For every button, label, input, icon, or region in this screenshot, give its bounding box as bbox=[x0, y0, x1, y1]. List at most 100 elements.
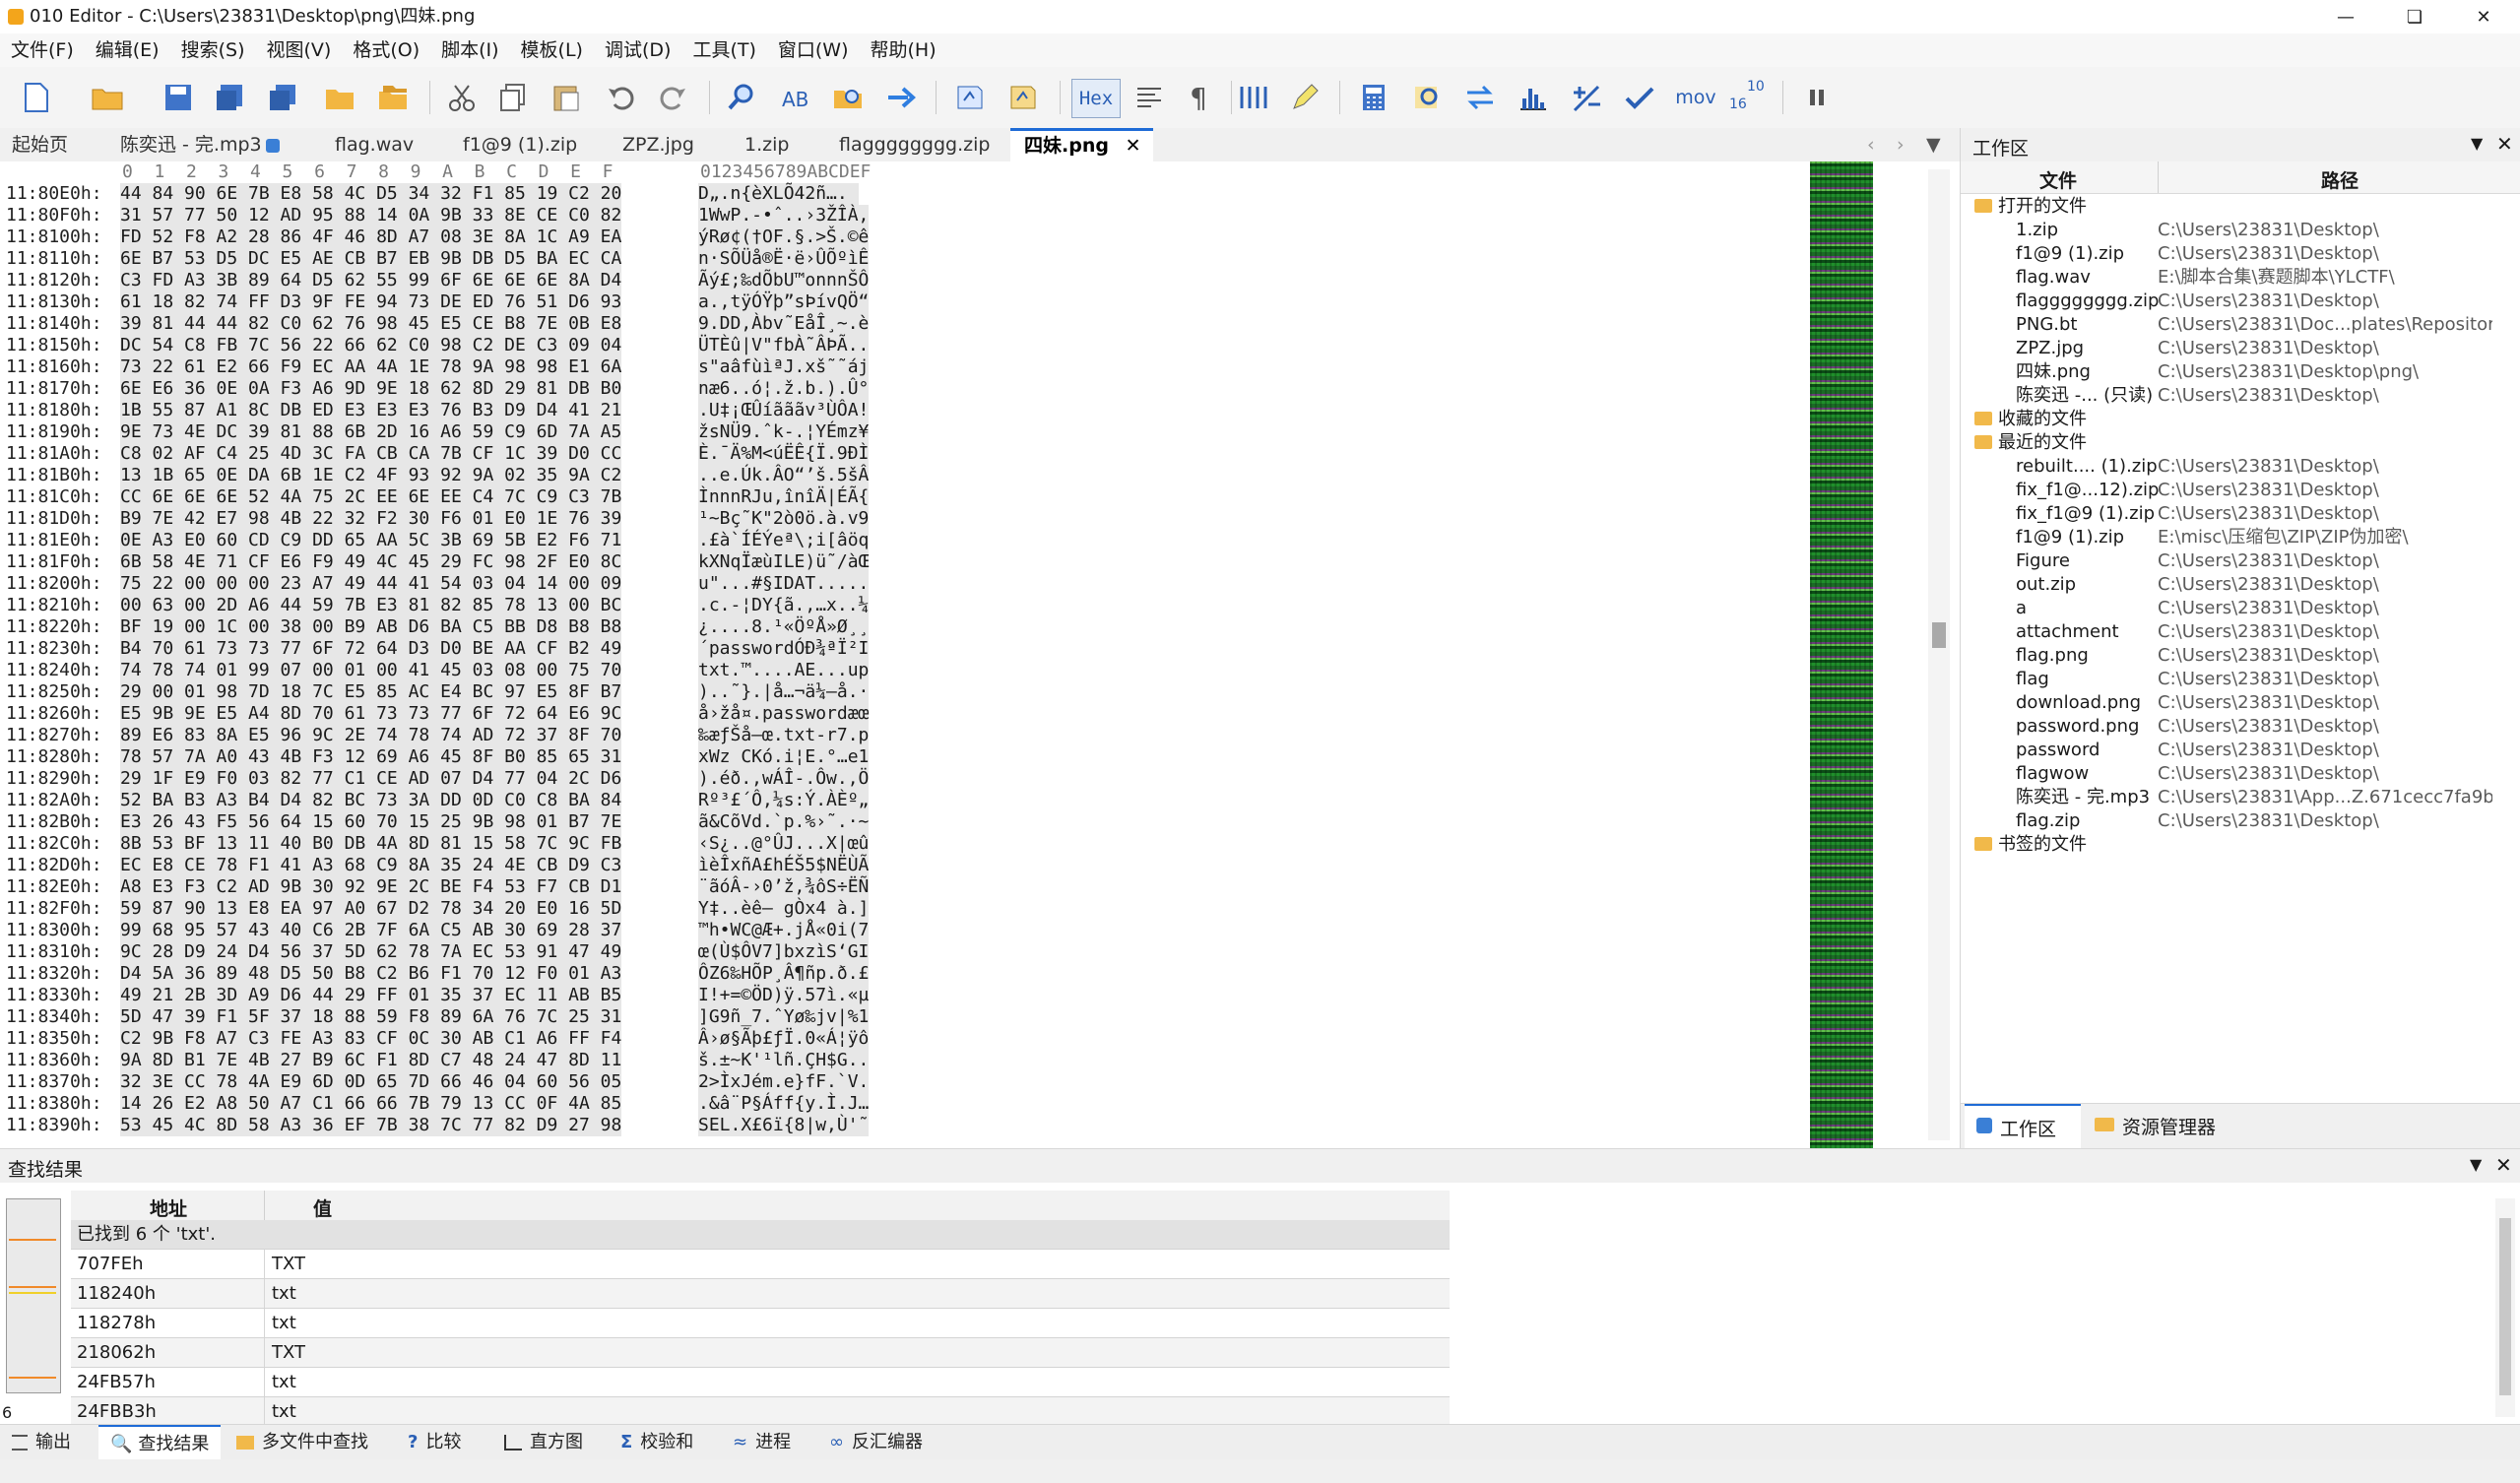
menu-view[interactable]: 视图(V) bbox=[256, 33, 343, 67]
operations-button[interactable] bbox=[1568, 79, 1605, 116]
hex-row-ascii[interactable]: I!+=©ÖD)ÿ.57ì.«µ bbox=[698, 985, 870, 1006]
tab-mp3[interactable]: 陈奕迅 - 完.mp3 bbox=[120, 128, 280, 161]
minimize-button[interactable]: — bbox=[2313, 0, 2378, 33]
tab-find-in-files[interactable]: 多文件中查找 bbox=[236, 1425, 368, 1460]
workspace-close-icon[interactable]: ✕ bbox=[2496, 132, 2513, 156]
tab-flag-wav[interactable]: flag.wav bbox=[335, 128, 414, 161]
hex-row-ascii[interactable]: 2>ÌxJém.e}fF.`V. bbox=[698, 1071, 870, 1093]
highlight-button[interactable] bbox=[1286, 79, 1324, 116]
hex-row-ascii[interactable]: ¨ãóÂ-›0’ž,¾ôS÷ËÑ bbox=[698, 876, 870, 898]
hex-row-bytes[interactable]: 44 84 90 6E 7B E8 58 4C D5 34 32 F1 85 1… bbox=[120, 183, 622, 205]
group-bookmarked-files[interactable]: 书签的文件 bbox=[1961, 833, 2520, 857]
menu-template[interactable]: 模板(L) bbox=[510, 33, 594, 67]
save-all-button[interactable] bbox=[264, 79, 301, 116]
columns-button[interactable] bbox=[1235, 79, 1272, 116]
cut-button[interactable] bbox=[443, 79, 481, 116]
hex-row-bytes[interactable]: 74 78 74 01 99 07 00 01 00 41 45 03 08 0… bbox=[120, 660, 622, 681]
copy-button[interactable] bbox=[494, 79, 532, 116]
hex-row-ascii[interactable]: .&â¨P§Áff{y.Ì.J… bbox=[698, 1093, 870, 1115]
close-window-button[interactable]: ✕ bbox=[2451, 0, 2516, 33]
hex-row-bytes[interactable]: 5D 47 39 F1 5F 37 18 88 59 F8 89 6A 76 7… bbox=[120, 1006, 622, 1028]
hex-row-bytes[interactable]: 99 68 95 57 43 40 C6 2B 7F 6A C5 AB 30 6… bbox=[120, 920, 622, 941]
hex-mode-button[interactable]: Hex bbox=[1071, 79, 1121, 118]
tab-f1-zip[interactable]: f1@9 (1).zip bbox=[463, 128, 577, 161]
hex-row-ascii[interactable]: ýRø¢(†OF.§.>Š.©ê bbox=[698, 226, 870, 248]
compare-button[interactable] bbox=[1461, 79, 1499, 116]
hex-row-bytes[interactable]: 61 18 82 74 FF D3 9F FE 94 73 DE ED 76 5… bbox=[120, 291, 622, 313]
find-button[interactable] bbox=[723, 79, 760, 116]
menu-format[interactable]: 格式(O) bbox=[342, 33, 430, 67]
hex-row-bytes[interactable]: 29 1F E9 F0 03 82 77 C1 CE AD 07 D4 77 0… bbox=[120, 768, 622, 790]
hex-row-ascii[interactable]: ™h•WC@Æ+.jÅ«0i(7 bbox=[698, 920, 870, 941]
hex-row-bytes[interactable]: 00 63 00 2D A6 44 59 7B E3 81 82 85 78 1… bbox=[120, 595, 622, 616]
hex-row-ascii[interactable]: D„.n{èXLÕ42ñ…. bbox=[698, 183, 859, 205]
open-folder-button[interactable] bbox=[321, 79, 358, 116]
hex-row-bytes[interactable]: 8B 53 BF 13 11 40 B0 DB 4A 8D 81 15 58 7… bbox=[120, 833, 622, 855]
results-scroll-thumb[interactable] bbox=[2499, 1218, 2511, 1395]
hex-row-bytes[interactable]: 31 57 77 50 12 AD 95 88 14 0A 9B 33 8E C… bbox=[120, 205, 622, 226]
workspace-folder-button[interactable] bbox=[374, 79, 412, 116]
workspace-file-item[interactable]: fix_f1@9 (1).zip C:\Users\23831\Desktop\ bbox=[1961, 502, 2520, 526]
hex-row-bytes[interactable]: C2 9B F8 A7 C3 FE A3 83 CF 0C 30 AB C1 A… bbox=[120, 1028, 622, 1050]
hex-row-ascii[interactable]: ã&CõVd.`p.%›˜.·~ bbox=[698, 811, 870, 833]
result-row[interactable]: 707FEh TXT bbox=[71, 1250, 1450, 1279]
hex-row-bytes[interactable]: C8 02 AF C4 25 4D 3C FA CB CA 7B CF 1C 3… bbox=[120, 443, 622, 465]
hex-row-bytes[interactable]: FD 52 F8 A2 28 86 4F 46 8D A7 08 3E 8A 1… bbox=[120, 226, 622, 248]
hex-row-ascii[interactable]: ¹~Bç˜K"2ò0ö.à.v9 bbox=[698, 508, 870, 530]
hex-row-ascii[interactable]: 9.DD‚Àbv˜EåÎ¸~.è bbox=[698, 313, 870, 335]
hex-row-ascii[interactable]: š.±~K'¹lñ.ÇH$G.. bbox=[698, 1050, 870, 1071]
hex-row-bytes[interactable]: E5 9B 9E E5 A4 8D 70 61 73 73 77 6F 72 6… bbox=[120, 703, 622, 725]
workspace-file-item[interactable]: flag.zip C:\Users\23831\Desktop\ bbox=[1961, 809, 2520, 833]
col-path[interactable]: 路径 bbox=[2321, 166, 2358, 193]
tab-output[interactable]: 输出 bbox=[12, 1425, 71, 1460]
hex-row-ascii[interactable]: Rº³£´Ô‚¼s:Ý.ÀÈº„ bbox=[698, 790, 870, 811]
results-vertical-scrollbar[interactable] bbox=[2495, 1198, 2515, 1417]
tab-disassembler[interactable]: ∞ 反汇编器 bbox=[829, 1425, 923, 1460]
workspace-file-item[interactable]: attachment C:\Users\23831\Desktop\ bbox=[1961, 620, 2520, 644]
hex-row-bytes[interactable]: 0E A3 E0 60 CD C9 DD 65 AA 5C 3B 69 5B E… bbox=[120, 530, 622, 551]
hex-row-ascii[interactable]: n·SÕÜå®Ë·ë›ÛÕºìÊ bbox=[698, 248, 870, 270]
hex-row-ascii[interactable]: ÜTÈû|V"fbÀ˜ÂÞÃ.. bbox=[698, 335, 870, 356]
hex-row-bytes[interactable]: 6B 58 4E 71 CF E6 F9 49 4C 45 29 FC 98 2… bbox=[120, 551, 622, 573]
workspace-file-item[interactable]: out.zip C:\Users\23831\Desktop\ bbox=[1961, 573, 2520, 597]
tab-list-dropdown[interactable]: ▼ bbox=[1926, 128, 1941, 161]
tab-zpz-jpg[interactable]: ZPZ.jpg bbox=[622, 128, 694, 161]
maximize-button[interactable]: ❏ bbox=[2382, 0, 2447, 33]
hex-row-bytes[interactable]: 32 3E CC 78 4A E9 6D 0D 65 7D 66 46 04 6… bbox=[120, 1071, 622, 1093]
workspace-file-item[interactable]: password C:\Users\23831\Desktop\ bbox=[1961, 739, 2520, 762]
workspace-file-item[interactable]: flag.png C:\Users\23831\Desktop\ bbox=[1961, 644, 2520, 668]
hex-row-ascii[interactable]: ..e.Úk.ÂO“’š.5šÂ bbox=[698, 465, 870, 486]
workspace-file-item[interactable]: download.png C:\Users\23831\Desktop\ bbox=[1961, 691, 2520, 715]
workspace-file-item[interactable]: flag C:\Users\23831\Desktop\ bbox=[1961, 668, 2520, 691]
run-script-button[interactable] bbox=[951, 79, 989, 116]
text-mode-button[interactable] bbox=[1131, 79, 1168, 116]
hex-row-ascii[interactable]: xWz CKó.i¦E.°…e1 bbox=[698, 746, 870, 768]
hex-row-ascii[interactable]: 1WwP.-•ˆ..›3ŽÎÀ‚ bbox=[698, 205, 870, 226]
hex-row-ascii[interactable]: næ6..ó¦.ž.b.).Û° bbox=[698, 378, 870, 400]
result-row[interactable]: 24FBB3h txt bbox=[71, 1397, 1450, 1427]
hex-row-ascii[interactable]: a.‚tÿÓŸþ”sÞívQÖ“ bbox=[698, 291, 870, 313]
checksum-button[interactable] bbox=[1621, 79, 1658, 116]
workspace-file-item[interactable]: 陈奕迅 -... (只读) C:\Users\23831\Desktop\ bbox=[1961, 384, 2520, 408]
workspace-file-item[interactable]: 四妹.png C:\Users\23831\Desktop\png\ bbox=[1961, 360, 2520, 384]
hex-row-bytes[interactable]: B9 7E 42 E7 98 4B 22 32 F2 30 F6 01 E0 1… bbox=[120, 508, 622, 530]
hex-row-bytes[interactable]: 75 22 00 00 00 23 A7 49 44 41 54 03 04 1… bbox=[120, 573, 622, 595]
workspace-file-item[interactable]: PNG.bt C:\Users\23831\Doc...plates\Reposi… bbox=[1961, 313, 2520, 337]
hex-row-ascii[interactable]: Â›ø§Ãþ£ƒÏ.0«Á¦ÿô bbox=[698, 1028, 870, 1050]
tab-1-zip[interactable]: 1.zip bbox=[744, 128, 789, 161]
workspace-file-item[interactable]: fix_f1@...12).zip C:\Users\23831\Desktop\ bbox=[1961, 479, 2520, 502]
base-convert-button[interactable]: 10 16 bbox=[1729, 79, 1767, 116]
workspace-file-item[interactable]: f1@9 (1).zip E:\misc\压缩包\ZIP\ZIP伪加密\ bbox=[1961, 526, 2520, 549]
hex-row-ascii[interactable]: Ãý£;‰dÕbU™onnnŠÔ bbox=[698, 270, 870, 291]
results-close-icon[interactable]: ✕ bbox=[2495, 1153, 2512, 1177]
save-button[interactable] bbox=[160, 79, 197, 116]
hex-row-bytes[interactable]: 73 22 61 E2 66 F9 EC AA 4A 1E 78 9A 98 9… bbox=[120, 356, 622, 378]
paste-button[interactable] bbox=[548, 79, 585, 116]
menu-debug[interactable]: 调试(D) bbox=[594, 33, 681, 67]
tab-png-active[interactable]: 四妹.png ✕ bbox=[1010, 128, 1153, 161]
byte-minimap[interactable] bbox=[1810, 161, 1873, 1148]
hex-row-bytes[interactable]: 9C 28 D9 24 D4 56 37 5D 62 78 7A EC 53 9… bbox=[120, 941, 622, 963]
open-file-button[interactable] bbox=[89, 79, 126, 116]
workspace-file-item[interactable]: ZPZ.jpg C:\Users\23831\Desktop\ bbox=[1961, 337, 2520, 360]
hex-row-bytes[interactable]: 14 26 E2 A8 50 A7 C1 66 66 7B 79 13 CC 0… bbox=[120, 1093, 622, 1115]
